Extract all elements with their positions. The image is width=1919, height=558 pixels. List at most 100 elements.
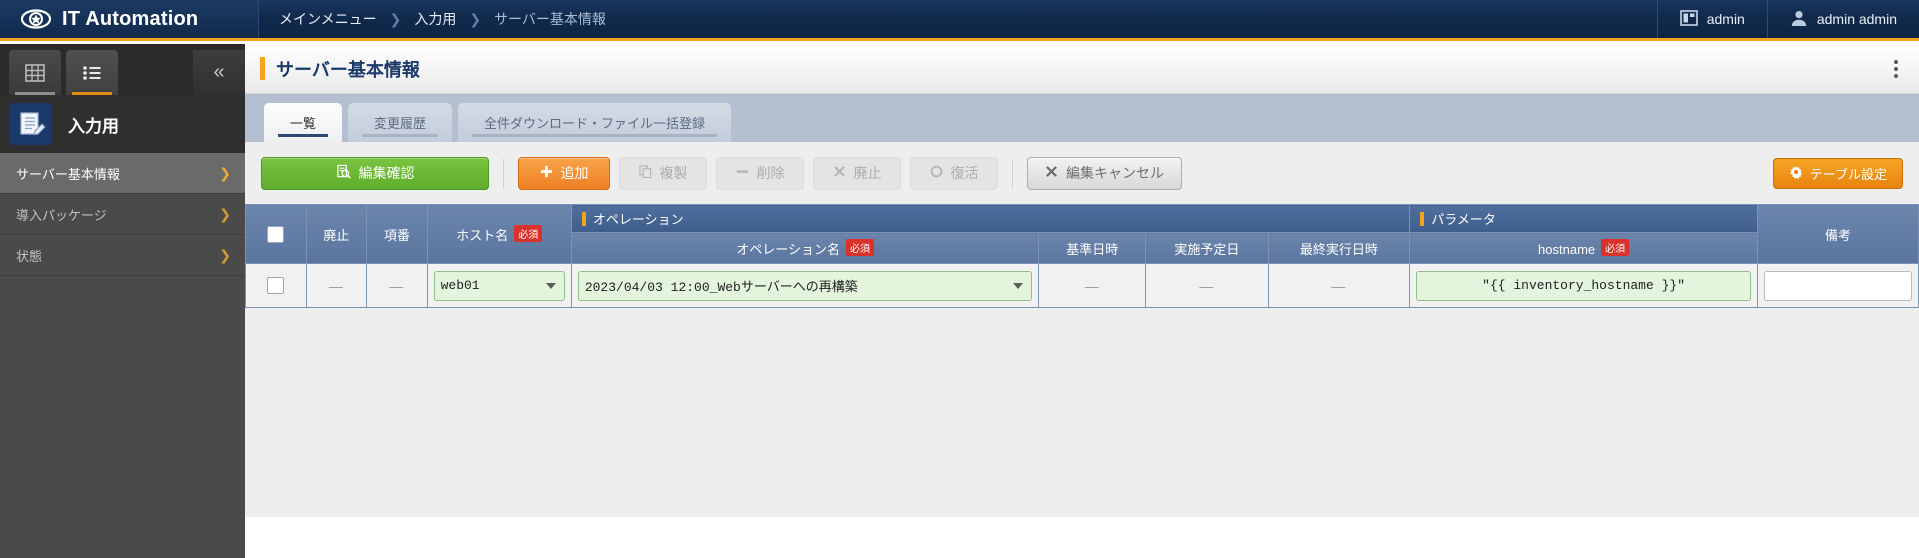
table-group-header-row: 廃止 項番 ホスト名 必須 オペレーション パラメータ 備考 [245, 204, 1919, 264]
param-hostname-input[interactable]: "{{ inventory_hostname }}" [1416, 270, 1751, 301]
confirm-edit-button[interactable]: 編集確認 [261, 156, 489, 190]
sidebar-empty-space [0, 276, 245, 558]
sidebar-item-label: 状態 [16, 248, 43, 264]
cell-row-no: — [366, 263, 428, 308]
sidebar-item-server-basic-info[interactable]: サーバー基本情報 ❯ [0, 153, 245, 194]
cell-value: — [1084, 277, 1100, 294]
required-badge: 必須 [514, 224, 543, 242]
eye-swirl-logo-icon [20, 7, 52, 31]
user-menu[interactable]: admin admin [1766, 0, 1919, 38]
hostname-select[interactable]: web01 [433, 270, 565, 301]
breadcrumb-item-main-menu[interactable]: メインメニュー [279, 9, 377, 29]
chevron-down-icon [545, 282, 556, 289]
action-toolbar: 編集確認 追加 複製 削除 廃止 復活 編集キャンセル テーブル設定 [245, 142, 1919, 204]
breadcrumb-item-current: サーバー基本情報 [494, 11, 606, 27]
add-button[interactable]: 追加 [518, 156, 610, 190]
discontinue-button: 廃止 [813, 156, 901, 190]
cell-remarks[interactable] [1756, 263, 1919, 308]
group-label: パラメータ [1431, 212, 1496, 227]
user-avatar-icon [1790, 9, 1808, 30]
restore-button: 復活 [910, 156, 998, 190]
tab-underline [278, 134, 329, 137]
page-tabs: 一覧 変更履歴 全件ダウンロード・ファイル一括登録 [245, 94, 1919, 142]
button-label: 編集キャンセル [1066, 165, 1164, 181]
sidebar-item-list-view[interactable] [66, 50, 118, 95]
input-value: "{{ inventory_hostname }}" [1482, 278, 1685, 293]
breadcrumb-item-input[interactable]: 入力用 [414, 9, 456, 29]
tab-label: 変更履歴 [374, 116, 427, 131]
tab-underline [472, 134, 718, 137]
header-label: オペレーション名 [736, 241, 840, 257]
main-content: サーバー基本情報 一覧 変更履歴 全件ダウンロード・ファイル一括登録 編集確認 … [245, 44, 1919, 517]
button-label: 削除 [756, 165, 785, 181]
select-value: web01 [440, 278, 480, 293]
cell-hostname[interactable]: web01 [426, 263, 572, 308]
select-all-checkbox[interactable] [267, 225, 285, 243]
tab-list[interactable]: 一覧 [264, 103, 343, 142]
header-select-all[interactable] [245, 204, 307, 264]
cell-scheduled-date: — [1145, 263, 1269, 308]
header-param-hostname: hostname 必須 [1409, 232, 1758, 264]
header-discontinue: 廃止 [305, 204, 368, 264]
circle-icon [930, 165, 943, 181]
cell-param-hostname[interactable]: "{{ inventory_hostname }}" [1409, 263, 1758, 308]
header-operation-name: オペレーション名 必須 [570, 232, 1040, 264]
toolbar-divider [1012, 158, 1013, 188]
cell-operation-name[interactable]: 2023/04/03 12:00_Webサーバーへの再構築 [570, 263, 1040, 308]
tab-bulk-download-upload[interactable]: 全件ダウンロード・ファイル一括登録 [458, 103, 732, 142]
header-label: ホスト名 [456, 227, 509, 243]
table-settings-button[interactable]: テーブル設定 [1772, 157, 1903, 189]
row-checkbox[interactable] [267, 277, 285, 295]
cell-last-exec-datetime: — [1267, 263, 1411, 308]
header-group-parameter: パラメータ [1409, 204, 1758, 233]
brand-name: IT Automation [62, 7, 199, 30]
sidebar-section-label: 入力用 [68, 116, 119, 136]
cancel-edit-button[interactable]: 編集キャンセル [1027, 156, 1182, 190]
workspace-selector[interactable]: admin [1656, 0, 1767, 38]
kebab-menu-icon[interactable] [1889, 55, 1903, 83]
sidebar-item-status[interactable]: 状態 ❯ [0, 235, 245, 276]
list-icon [83, 65, 101, 80]
sidebar-item-label: 導入パッケージ [16, 207, 107, 223]
cell-row-checkbox[interactable] [245, 263, 307, 308]
workspace-panel-icon [1679, 9, 1698, 30]
chevron-right-icon: ❯ [219, 164, 231, 181]
title-accent-bar [260, 57, 265, 80]
chevron-double-left-icon: « [213, 61, 225, 83]
chevron-right-icon: ❯ [219, 205, 231, 222]
cell-value: — [328, 277, 344, 294]
header-row-no: 項番 [366, 204, 428, 264]
cross-icon [1045, 165, 1058, 181]
header-remarks: 備考 [1756, 204, 1919, 264]
tab-change-history[interactable]: 変更履歴 [348, 103, 453, 142]
tab-underline [72, 92, 112, 95]
cross-icon [833, 165, 846, 181]
sidebar-section-header: 入力用 [0, 95, 245, 153]
button-label: 廃止 [853, 165, 882, 181]
header-scheduled-date: 実施予定日 [1145, 232, 1269, 264]
sidebar: « 入力用 サーバー基本情報 ❯ 導入パッケージ ❯ 状態 ❯ [0, 44, 245, 558]
tab-underline [15, 92, 55, 95]
required-badge: 必須 [845, 238, 874, 256]
copy-icon [638, 165, 652, 181]
group-accent-bar [581, 212, 586, 226]
required-badge: 必須 [1601, 239, 1630, 256]
tab-label: 一覧 [290, 116, 317, 131]
operation-name-select[interactable]: 2023/04/03 12:00_Webサーバーへの再構築 [577, 270, 1033, 301]
sidebar-collapse-button[interactable]: « [193, 50, 245, 95]
minus-icon [736, 165, 749, 181]
header-last-exec-datetime: 最終実行日時 [1267, 232, 1411, 264]
button-label: 復活 [950, 165, 979, 181]
header-group-operation: オペレーション [570, 204, 1411, 233]
duplicate-button: 複製 [619, 156, 707, 190]
toolbar-divider [503, 158, 504, 188]
delete-button: 削除 [716, 156, 804, 190]
sidebar-item-packages[interactable]: 導入パッケージ ❯ [0, 194, 245, 235]
brand-area[interactable]: IT Automation [0, 0, 259, 38]
group-accent-bar [1420, 212, 1425, 226]
remarks-input[interactable] [1763, 270, 1912, 301]
plus-icon [540, 165, 553, 181]
sidebar-item-grid-view[interactable] [9, 50, 61, 95]
chevron-right-icon: ❯ [469, 10, 482, 27]
button-label: 編集確認 [358, 165, 415, 181]
